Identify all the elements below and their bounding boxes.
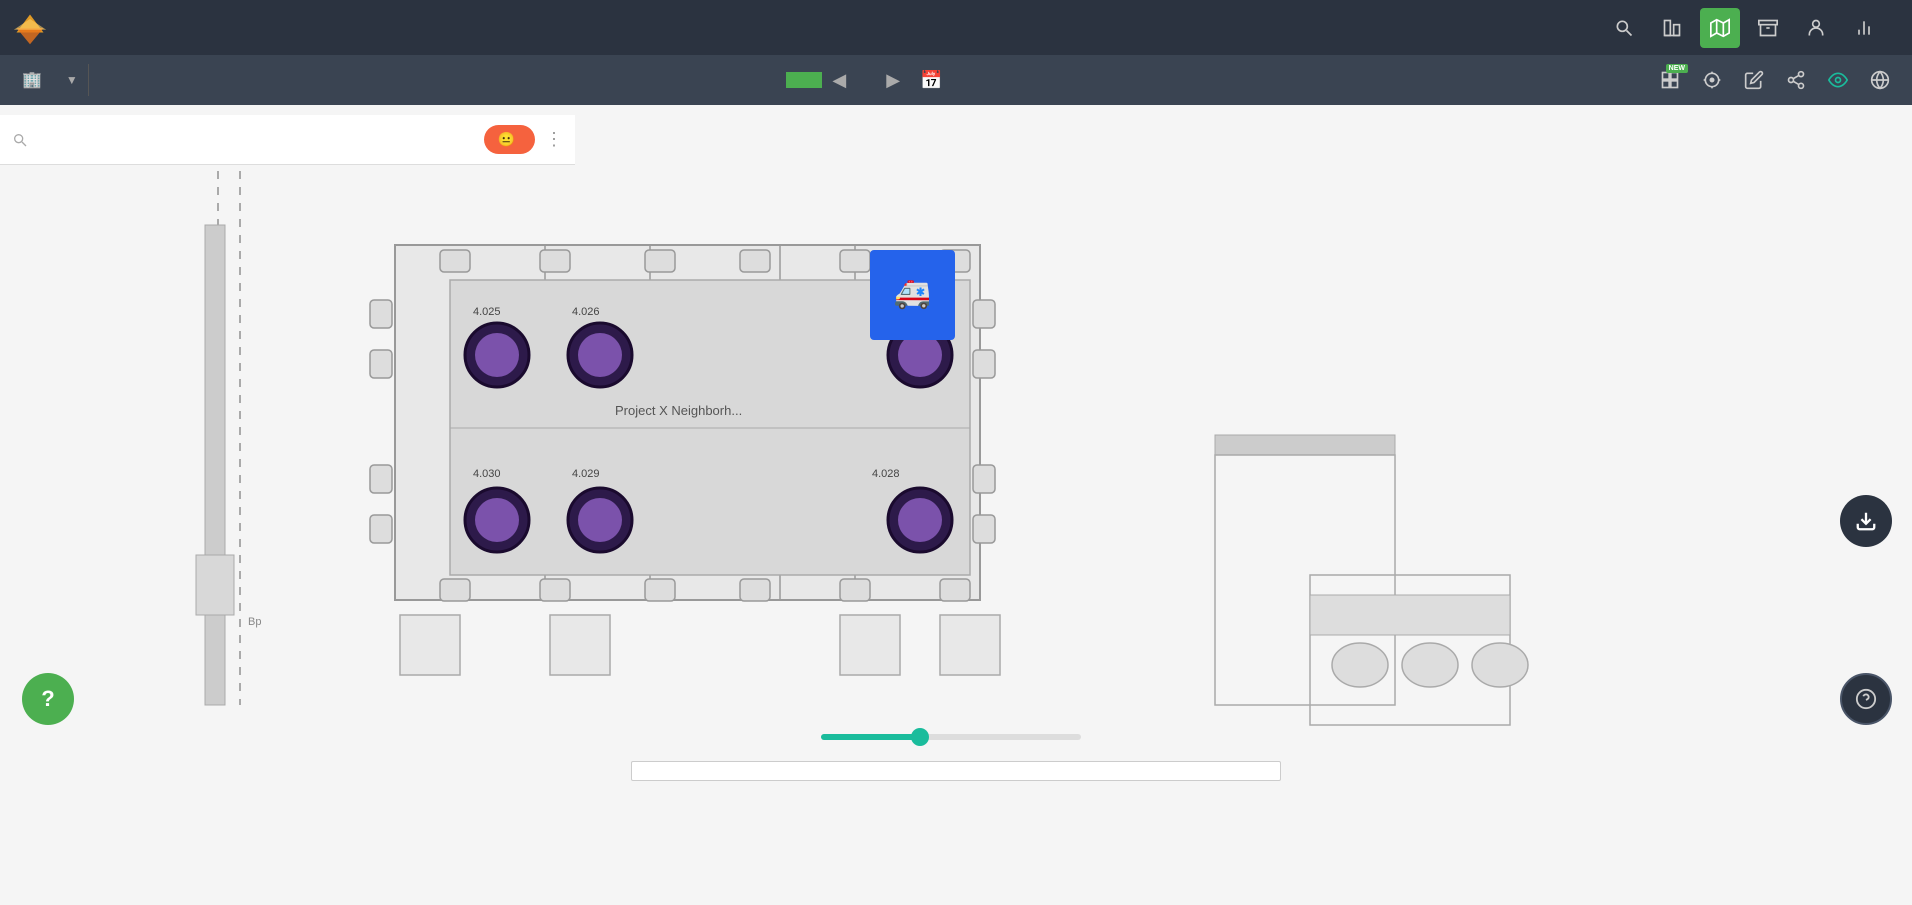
svg-text:4.029: 4.029 xyxy=(572,468,600,480)
share-icon[interactable] xyxy=(1776,60,1816,100)
search-nav-icon[interactable] xyxy=(1604,8,1644,48)
unseated-emoji: 😐 xyxy=(498,131,515,148)
siq-logo xyxy=(12,10,48,46)
now-button[interactable] xyxy=(786,72,822,88)
calendar-icon[interactable]: 📅 xyxy=(910,62,952,99)
chart-nav-icon[interactable] xyxy=(1844,8,1884,48)
top-nav xyxy=(0,0,1912,55)
logo-area[interactable] xyxy=(12,10,66,46)
new-badge: NEW xyxy=(1666,64,1688,73)
next-date-arrow[interactable]: ▶ xyxy=(876,62,910,99)
floor-plan-icon[interactable]: NEW xyxy=(1650,60,1690,100)
office-selector[interactable]: 🏢 ▼ xyxy=(12,64,89,96)
svg-text:4.025: 4.025 xyxy=(473,306,501,318)
date-display xyxy=(856,76,876,84)
office-building-icon: 🏢 xyxy=(22,70,42,90)
floor-plan-svg: Bp Project X Neighborh... 4.025 4.02 xyxy=(0,105,1912,905)
zoom-slider-fill xyxy=(821,734,921,740)
prev-date-arrow[interactable]: ◀ xyxy=(822,62,856,99)
map-nav-icon[interactable] xyxy=(1700,8,1740,48)
unseated-badge[interactable]: 😐 xyxy=(484,125,535,154)
buildings-nav-icon[interactable] xyxy=(1652,8,1692,48)
capacity-bar xyxy=(631,761,1281,785)
search-icon xyxy=(12,132,28,148)
dropdown-arrow-icon: ▼ xyxy=(66,73,78,87)
svg-text:Project X Neighborh...: Project X Neighborh... xyxy=(615,403,742,418)
download-button[interactable] xyxy=(1840,495,1892,547)
second-nav: 🏢 ▼ ◀ ▶ 📅 NEW xyxy=(0,55,1912,105)
question-mark-icon: ? xyxy=(41,686,54,712)
pencil-icon[interactable] xyxy=(1734,60,1774,100)
zoom-slider-thumb[interactable] xyxy=(911,728,929,746)
svg-text:4.028: 4.028 xyxy=(872,468,900,480)
date-nav-center: ◀ ▶ 📅 xyxy=(89,62,1650,99)
floor-plan-area: Bp Project X Neighborh... 4.025 4.02 xyxy=(0,105,1912,905)
search-bar: 😐 ⋮ xyxy=(0,115,575,165)
eye-icon[interactable] xyxy=(1818,60,1858,100)
rotate-icon[interactable] xyxy=(1692,60,1732,100)
download-icon xyxy=(1855,510,1877,532)
capacity-track xyxy=(631,761,1281,781)
globe-icon[interactable] xyxy=(1860,60,1900,100)
person-nav-icon[interactable] xyxy=(1796,8,1836,48)
help-button[interactable]: ? xyxy=(22,673,74,725)
ambulance-icon: 🚑 xyxy=(894,276,931,311)
zoom-control xyxy=(781,734,1131,740)
nav-right-icons: NEW xyxy=(1650,60,1900,100)
svg-text:4.030: 4.030 xyxy=(473,468,501,480)
search-input[interactable] xyxy=(38,132,474,148)
svg-text:4.026: 4.026 xyxy=(572,306,600,318)
question-circle-icon xyxy=(1855,688,1877,710)
zoom-slider-track[interactable] xyxy=(821,734,1081,740)
box-nav-icon[interactable] xyxy=(1748,8,1788,48)
svg-text:Bp: Bp xyxy=(248,616,261,628)
more-options-icon[interactable]: ⋮ xyxy=(545,129,563,150)
help-button-right[interactable] xyxy=(1840,673,1892,725)
popup-card[interactable]: 🚑 xyxy=(870,250,955,340)
